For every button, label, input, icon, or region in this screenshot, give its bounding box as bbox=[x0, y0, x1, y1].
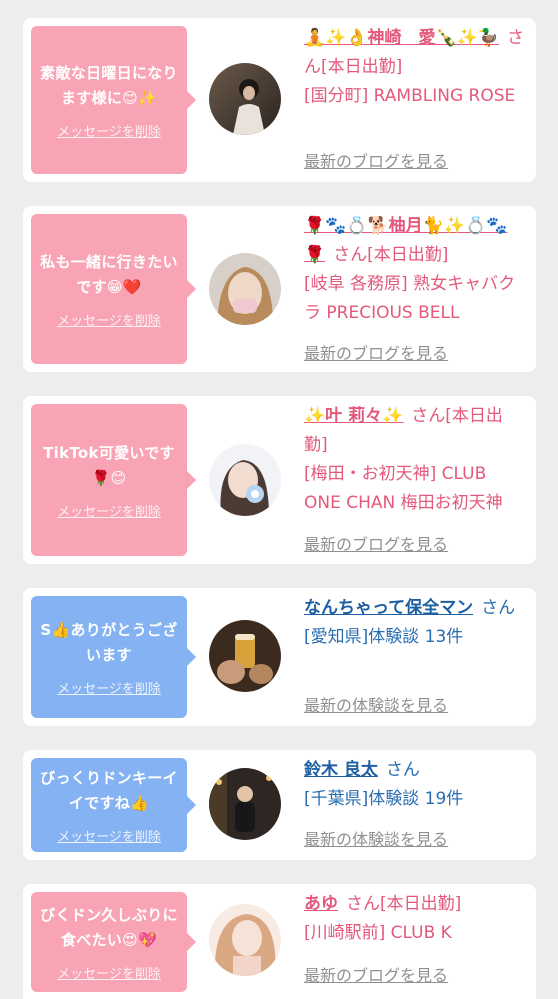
sender-name-link[interactable]: なんちゃって保全マン bbox=[304, 598, 473, 618]
message-text: 素敵な日曜日になります様に😊✨ bbox=[40, 63, 178, 107]
avatar[interactable] bbox=[209, 768, 281, 840]
avatar[interactable] bbox=[209, 620, 281, 692]
message-card: びくドン久しぶりに食べたい😍💖 メッセージを削除 あゆ さん[本日出勤] [川崎駅… bbox=[23, 884, 536, 999]
shop-text: [愛知県]体験談 13件 bbox=[304, 627, 464, 647]
shop-text: [国分町] RAMBLING ROSE bbox=[304, 86, 516, 106]
avatar[interactable] bbox=[209, 253, 281, 325]
honorific: さん bbox=[481, 598, 516, 618]
avatar-photo bbox=[209, 620, 281, 692]
avatar-photo bbox=[209, 904, 281, 976]
latest-review-link[interactable]: 最新の体験談を見る bbox=[304, 692, 448, 716]
avatar-photo bbox=[209, 444, 281, 516]
message-bubble: 素敵な日曜日になります様に😊✨ メッセージを削除 bbox=[31, 26, 196, 174]
honorific: さん bbox=[385, 760, 420, 780]
latest-blog-link[interactable]: 最新のブログを見る bbox=[304, 962, 448, 986]
honorific: さん bbox=[333, 245, 368, 265]
latest-review-link[interactable]: 最新の体験談を見る bbox=[304, 826, 448, 850]
status-text: [本日出勤] bbox=[380, 894, 462, 914]
avatar-photo bbox=[209, 253, 281, 325]
message-text: 私も一緒に行きたいです😁❤️ bbox=[40, 252, 178, 296]
sender-name-link[interactable]: あゆ bbox=[304, 894, 338, 914]
delete-message-link[interactable]: メッセージを削除 bbox=[57, 963, 161, 982]
delete-message-link[interactable]: メッセージを削除 bbox=[57, 121, 161, 140]
message-bubble: 私も一緒に行きたいです😁❤️ メッセージを削除 bbox=[31, 214, 196, 364]
latest-blog-link[interactable]: 最新のブログを見る bbox=[304, 531, 448, 555]
sender-info: 鈴木 良太 さん [千葉県]体験談 19件 bbox=[304, 756, 526, 814]
delete-message-link[interactable]: メッセージを削除 bbox=[57, 310, 161, 329]
avatar[interactable] bbox=[209, 904, 281, 976]
message-text: S👍ありがとうございます bbox=[40, 620, 178, 664]
message-card: 私も一緒に行きたいです😁❤️ メッセージを削除 🌹🐾💍🐕柚月🐈✨💍🐾🌹 さん[本日… bbox=[23, 206, 536, 372]
sender-info: なんちゃって保全マン さん [愛知県]体験談 13件 bbox=[304, 594, 526, 652]
message-bubble: びっくりドンキーイイですね👍 メッセージを削除 bbox=[31, 758, 196, 852]
sender-info: 🌹🐾💍🐕柚月🐈✨💍🐾🌹 さん[本日出勤] [岐阜 各務原] 熟女キャバクラ PRE… bbox=[304, 212, 526, 328]
latest-blog-link[interactable]: 最新のブログを見る bbox=[304, 340, 448, 364]
sender-name-link[interactable]: 鈴木 良太 bbox=[304, 760, 378, 780]
message-feed: 素敵な日曜日になります様に😊✨ メッセージを削除 🧘✨👌神崎 愛🍾✨🦆 さん[本日… bbox=[0, 0, 558, 999]
honorific: さん bbox=[346, 894, 380, 914]
avatar[interactable] bbox=[209, 63, 281, 135]
message-text: びっくりドンキーイイですね👍 bbox=[40, 768, 178, 812]
delete-message-link[interactable]: メッセージを削除 bbox=[57, 501, 161, 520]
avatar-photo bbox=[209, 768, 281, 840]
sender-name-link[interactable]: ✨叶 莉々✨ bbox=[304, 406, 403, 426]
sender-name-link[interactable]: 🧘✨👌神崎 愛🍾✨🦆 bbox=[304, 28, 499, 48]
message-card: びっくりドンキーイイですね👍 メッセージを削除 鈴木 良太 さん [千葉県]体験談… bbox=[23, 750, 536, 860]
avatar[interactable] bbox=[209, 444, 281, 516]
shop-text: [川崎駅前] CLUB K bbox=[304, 923, 452, 943]
shop-text: [千葉県]体験談 19件 bbox=[304, 789, 464, 809]
message-bubble: びくドン久しぶりに食べたい😍💖 メッセージを削除 bbox=[31, 892, 196, 992]
message-bubble: S👍ありがとうございます メッセージを削除 bbox=[31, 596, 196, 718]
status-text: [本日出勤] bbox=[367, 245, 449, 265]
sender-info: 🧘✨👌神崎 愛🍾✨🦆 さん[本日出勤] [国分町] RAMBLING ROSE bbox=[304, 24, 526, 111]
message-card: TikTok可愛いです🌹😊 メッセージを削除 ✨叶 莉々✨ さん[本日出勤] [梅… bbox=[23, 396, 536, 564]
status-text: [本日出勤] bbox=[321, 57, 403, 77]
honorific: さん bbox=[411, 406, 446, 426]
message-text: びくドン久しぶりに食べたい😍💖 bbox=[40, 905, 178, 949]
shop-text: [岐阜 各務原] 熟女キャバクラ PRECIOUS BELL bbox=[304, 274, 516, 323]
avatar-photo bbox=[209, 63, 281, 135]
sender-info: ✨叶 莉々✨ さん[本日出勤] [梅田・お初天神] CLUB ONE CHAN 梅… bbox=[304, 402, 526, 518]
message-bubble: TikTok可愛いです🌹😊 メッセージを削除 bbox=[31, 404, 196, 556]
message-text: TikTok可愛いです🌹😊 bbox=[43, 443, 175, 487]
delete-message-link[interactable]: メッセージを削除 bbox=[57, 678, 161, 697]
message-card: 素敵な日曜日になります様に😊✨ メッセージを削除 🧘✨👌神崎 愛🍾✨🦆 さん[本日… bbox=[23, 18, 536, 182]
message-card: S👍ありがとうございます メッセージを削除 なんちゃって保全マン さん [愛知県]… bbox=[23, 588, 536, 726]
delete-message-link[interactable]: メッセージを削除 bbox=[57, 826, 161, 845]
latest-blog-link[interactable]: 最新のブログを見る bbox=[304, 148, 448, 172]
shop-text: [梅田・お初天神] CLUB ONE CHAN 梅田お初天神 bbox=[304, 464, 503, 513]
sender-info: あゆ さん[本日出勤] [川崎駅前] CLUB K bbox=[304, 890, 526, 948]
